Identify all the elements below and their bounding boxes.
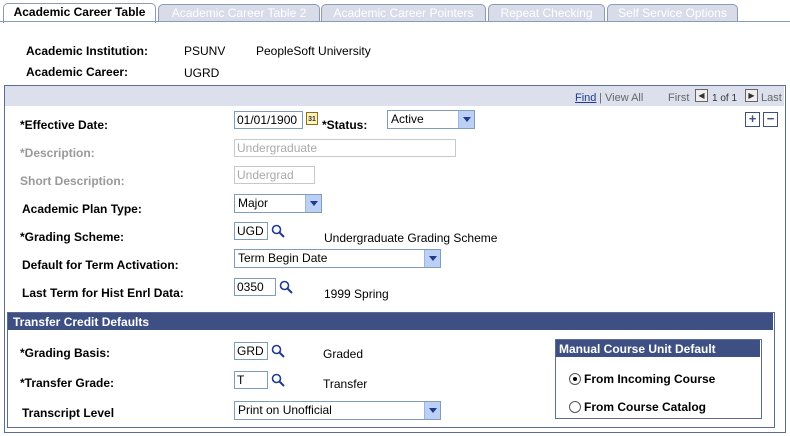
term-activation-label: Default for Term Activation: [22,258,179,272]
tab-academic-career-pointers[interactable]: Academic Career Pointers [321,4,486,22]
next-arrow-icon[interactable]: ▶ [745,89,758,102]
nav-separator: | [599,92,602,104]
tab-repeat-checking[interactable]: Repeat Checking [488,4,605,22]
find-link[interactable]: Find [575,92,596,104]
last-term-label: Last Term for Hist Enrl Data: [22,286,184,300]
transcript-level-label: Transcript Level [22,406,115,420]
chevron-down-icon[interactable] [424,402,440,419]
plan-type-value: Major [238,196,269,210]
last-term-desc: 1999 Spring [324,287,389,301]
effective-date-field[interactable]: 01/01/1900 [234,111,303,129]
institution-label: Academic Institution: [26,44,149,58]
first-label: First [668,92,690,104]
grading-scheme-label: *Grading Scheme: [20,230,125,244]
tab-academic-career-table[interactable]: Academic Career Table [3,3,156,23]
description-label: *Description: [20,146,95,160]
status-value: Active [391,112,424,126]
term-activation-select[interactable]: Term Begin Date [234,249,441,268]
calendar-icon[interactable]: 31 [306,112,318,125]
grading-basis-label: *Grading Basis: [20,346,111,360]
prev-arrow-icon[interactable]: ◀ [695,89,708,102]
description-field: Undergraduate [234,139,456,157]
transfer-grade-field[interactable]: T [234,371,268,389]
lookup-icon[interactable] [271,344,285,358]
grading-scheme-desc: Undergraduate Grading Scheme [324,231,498,245]
lookup-icon[interactable] [271,373,285,387]
short-description-field: Undergrad [234,166,315,184]
tab-academic-career-table-2[interactable]: Academic Career Table 2 [158,4,320,22]
grading-basis-desc: Graded [323,347,364,361]
institution-code: PSUNV [184,44,226,58]
career-label: Academic Career: [26,65,129,79]
grading-basis-field[interactable]: GRD [234,342,268,360]
status-label: *Status: [322,118,368,132]
short-description-label: Short Description: [20,174,125,188]
transcript-level-select[interactable]: Print on Unofficial [234,401,441,420]
status-select[interactable]: Active [387,110,475,129]
transfer-credit-title: Transfer Credit Defaults [13,315,150,329]
tab-self-service-options[interactable]: Self Service Options [607,4,738,22]
transfer-grade-label: *Transfer Grade: [20,376,115,390]
grading-scheme-field[interactable]: UGD [234,222,268,240]
row-count: 1 of 1 [712,93,738,104]
view-all-link[interactable]: View All [605,92,643,104]
radio-from-course-catalog[interactable] [569,401,581,413]
add-row-icon[interactable]: + [745,112,760,127]
chevron-down-icon[interactable] [424,250,440,267]
transfer-grade-desc: Transfer [323,377,368,391]
from-course-catalog-label[interactable]: From Course Catalog [584,400,706,414]
lookup-icon[interactable] [279,280,293,294]
chevron-down-icon[interactable] [305,195,321,212]
institution-name: PeopleSoft University [256,44,371,58]
term-activation-value: Term Begin Date [238,251,328,265]
last-label: Last [761,92,782,104]
career-value: UGRD [184,66,220,80]
chevron-down-icon[interactable] [458,111,474,128]
plan-type-label: Academic Plan Type: [22,202,142,216]
transcript-level-value: Print on Unofficial [238,403,332,417]
lookup-icon[interactable] [271,224,285,238]
plan-type-select[interactable]: Major [234,194,322,213]
effective-date-label: *Effective Date: [20,118,109,132]
last-term-field[interactable]: 0350 [234,278,276,296]
manual-course-unit-title: Manual Course Unit Default [559,342,716,356]
from-incoming-course-label[interactable]: From Incoming Course [584,372,715,386]
radio-from-incoming-course[interactable] [569,373,581,385]
tab-underline [0,21,790,22]
delete-row-icon[interactable]: − [763,112,778,127]
